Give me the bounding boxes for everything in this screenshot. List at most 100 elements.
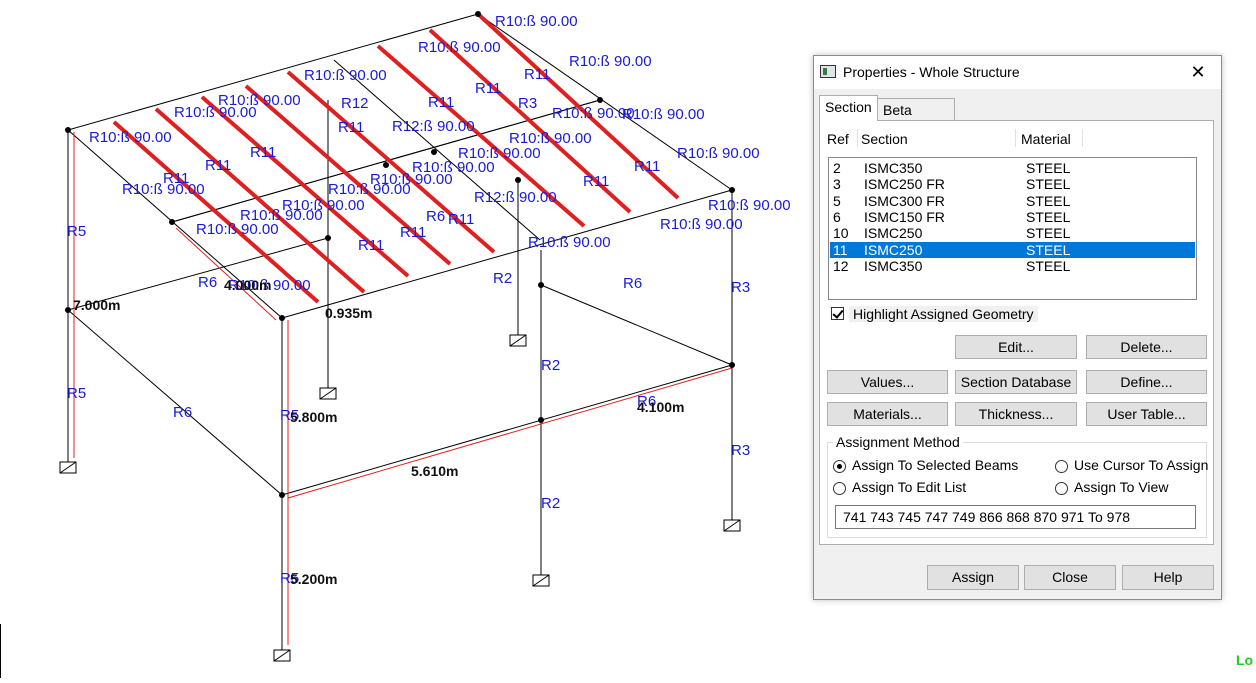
member-label: R3 <box>731 279 750 296</box>
column-divider <box>1015 129 1016 147</box>
member-label: R11 <box>448 211 474 228</box>
list-item[interactable]: 11 ISMC250 STEEL <box>830 241 1195 258</box>
edit-button[interactable]: Edit... <box>955 335 1077 359</box>
tab-beta-angle[interactable]: Beta Angle <box>878 98 955 141</box>
column-divider <box>1082 129 1083 147</box>
list-cell-ref: 12 <box>833 257 849 274</box>
nodes <box>65 11 735 498</box>
member-label: R6 <box>198 274 217 291</box>
list-item[interactable]: 12 ISMC350 STEEL <box>830 258 1195 274</box>
list-item[interactable]: 10 ISMC250 STEEL <box>830 225 1195 241</box>
member-label: R11 <box>358 237 384 254</box>
column-header-section[interactable]: Section <box>861 131 908 147</box>
highlight-checkbox[interactable] <box>831 307 844 320</box>
dimension-label: 7.000m <box>73 297 120 313</box>
delete-button[interactable]: Delete... <box>1086 335 1207 359</box>
dimension-label: 4.000m <box>224 277 271 293</box>
highlight-label: Highlight Assigned Geometry <box>849 306 1038 322</box>
thickness-button[interactable]: Thickness... <box>955 402 1077 426</box>
member-label: R10:ß 90.00 <box>89 129 172 146</box>
close-button[interactable]: Close <box>1024 565 1116 590</box>
radio-edit-list-label: Assign To Edit List <box>852 479 967 495</box>
radio-edit-list[interactable] <box>833 482 846 495</box>
member-label: R5 <box>67 385 86 402</box>
dimension-label: 5.200m <box>290 571 337 587</box>
list-cell-section: ISMC350 <box>864 160 923 176</box>
member-label: R11 <box>163 170 189 187</box>
list-item[interactable]: 5 ISMC300 FR STEEL <box>830 193 1195 209</box>
member-label: R12:ß 90.00 <box>474 189 557 206</box>
viewport-edge <box>0 624 1 678</box>
list-cell-material: STEEL <box>1026 208 1071 225</box>
member-label: R11 <box>400 224 426 241</box>
define-button[interactable]: Define... <box>1086 370 1207 394</box>
member-label: R12 <box>341 95 369 112</box>
list-cell-material: STEEL <box>1026 257 1071 274</box>
member-label: R5 <box>67 223 86 240</box>
list-cell-ref: 10 <box>833 225 849 242</box>
section-database-button[interactable]: Section Database <box>955 370 1077 394</box>
radio-selected-beams[interactable] <box>833 460 846 473</box>
list-cell-section: ISMC250 <box>864 241 923 258</box>
values-button[interactable]: Values... <box>827 370 948 394</box>
list-cell-ref: 6 <box>833 208 841 225</box>
member-label: R11 <box>583 173 609 190</box>
list-cell-section: ISMC250 <box>864 225 923 242</box>
member-label: R6 <box>173 404 192 421</box>
help-button[interactable]: Help <box>1122 565 1214 590</box>
member-label: R10:ß 90.00 <box>569 53 652 70</box>
member-label: R11 <box>634 158 660 175</box>
list-cell-material: STEEL <box>1026 160 1071 176</box>
member-label: R10:ß 90.00 <box>418 39 501 56</box>
materials-button[interactable]: Materials... <box>827 402 948 426</box>
dimension-label: 4.100m <box>637 399 684 415</box>
column-header-material[interactable]: Material <box>1021 131 1071 147</box>
list-item[interactable]: 6 ISMC150 FR STEEL <box>830 209 1195 225</box>
member-label: R11 <box>475 80 501 97</box>
status-text: Lo <box>1236 652 1254 668</box>
column-divider <box>857 129 858 147</box>
assign-button[interactable]: Assign <box>927 565 1019 590</box>
member-label: R10:ß 90.00 <box>708 197 791 214</box>
dimension-label: 0.935m <box>325 305 372 321</box>
member-label: R10:ß 90.00 <box>218 92 301 109</box>
member-label: R2 <box>541 495 560 512</box>
properties-dialog: Properties - Whole Structure ✕ Section B… <box>813 55 1222 600</box>
member-label: R11 <box>428 94 454 111</box>
radio-use-cursor[interactable] <box>1055 460 1068 473</box>
member-label: R3 <box>518 95 537 112</box>
list-cell-ref: 2 <box>833 160 841 176</box>
member-label: R10:ß 90.00 <box>495 13 578 30</box>
list-cell-section: ISMC250 FR <box>864 176 945 193</box>
member-label: R10:ß 90.00 <box>458 145 541 162</box>
radio-assign-view-label: Assign To View <box>1074 479 1169 495</box>
column-header-ref[interactable]: Ref <box>827 131 849 147</box>
close-icon[interactable]: ✕ <box>1175 56 1221 89</box>
dialog-titlebar[interactable]: Properties - Whole Structure ✕ <box>814 56 1221 89</box>
member-label: R11 <box>250 144 276 161</box>
member-label: R10:ß 90.00 <box>677 145 760 162</box>
list-cell-section: ISMC150 FR <box>864 208 945 225</box>
member-label: R2 <box>493 270 512 287</box>
member-label: R11 <box>338 119 364 136</box>
member-label: R2 <box>541 357 560 374</box>
dimension-labels: 7.000m 4.000m 0.935m 5.800m 5.610m 4.100m 5.20… <box>73 277 684 587</box>
list-cell-ref: 11 <box>833 241 848 258</box>
tab-section[interactable]: Section <box>819 95 878 121</box>
section-list[interactable]: 2 ISMC350 STEEL 3 ISMC250 FR STEEL 5 ISMC300 FR… <box>828 157 1197 300</box>
radio-selected-beams-label: Assign To Selected Beams <box>852 457 1019 473</box>
list-item[interactable]: 2 ISMC350 STEEL <box>830 160 1195 176</box>
list-cell-material: STEEL <box>1026 225 1071 242</box>
list-cell-material: STEEL <box>1026 241 1071 258</box>
member-label: R10:ß 90.00 <box>196 221 279 238</box>
dimension-lines <box>73 132 733 645</box>
beam-list-input[interactable]: 741 743 745 747 749 866 868 870 971 To 9… <box>835 505 1196 529</box>
list-item[interactable]: 3 ISMC250 FR STEEL <box>830 176 1195 192</box>
member-label: R10:ß 90.00 <box>660 216 743 233</box>
member-label: R10:ß 90.00 <box>370 171 453 188</box>
user-table-button[interactable]: User Table... <box>1086 402 1207 426</box>
radio-assign-view[interactable] <box>1055 482 1068 495</box>
member-label: R6 <box>623 275 642 292</box>
dialog-title: Properties - Whole Structure <box>843 64 1020 80</box>
list-cell-ref: 3 <box>833 176 841 193</box>
